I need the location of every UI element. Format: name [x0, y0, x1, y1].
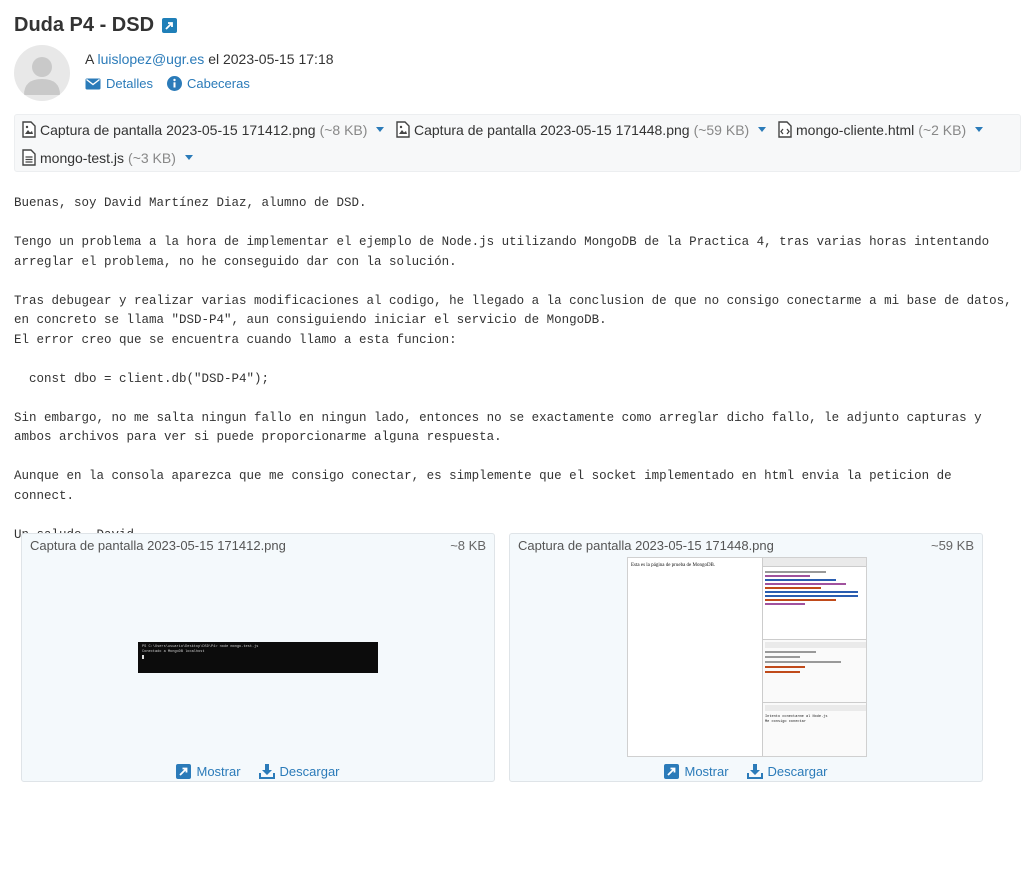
text-file-icon [22, 149, 36, 166]
chevron-down-icon[interactable] [758, 127, 767, 132]
details-link[interactable]: Detalles [85, 76, 153, 91]
attachment-size: (~59 KB) [693, 121, 750, 138]
preview-file-name: Captura de pantalla 2023-05-15 171412.pn… [30, 538, 286, 553]
preview-thumbnail[interactable]: PS C:\Users\usuario\Desktop\DSD\P4> node… [138, 642, 378, 673]
sender-avatar [14, 45, 70, 101]
attachment-preview-card: Captura de pantalla 2023-05-15 171412.pn… [21, 533, 495, 782]
image-file-icon [22, 121, 36, 138]
preview-file-name: Captura de pantalla 2023-05-15 171448.pn… [518, 538, 774, 553]
image-file-icon [396, 121, 410, 138]
user-silhouette-icon [24, 57, 60, 95]
date-prefix: el [208, 51, 220, 67]
download-icon [746, 764, 763, 779]
show-label: Mostrar [684, 763, 729, 779]
download-button[interactable]: Descargar [258, 763, 340, 779]
attachment-item[interactable]: Captura de pantalla 2023-05-15 171448.pn… [396, 121, 767, 138]
attachment-size: (~3 KB) [128, 149, 176, 166]
headers-link[interactable]: Cabeceras [166, 76, 250, 91]
console-line: Me consigo conectar [765, 720, 806, 724]
code-file-icon [778, 121, 792, 138]
message-subject: Duda P4 - DSD [14, 14, 178, 37]
page-text: Esta es la página de prueba de MongoDB. [631, 563, 716, 568]
attachment-item[interactable]: mongo-cliente.html (~2 KB) [778, 121, 984, 138]
devtools-toolbar [763, 558, 866, 567]
message-date: 2023-05-15 17:18 [222, 51, 334, 67]
devtools-console: Intento conectarme al Node.js Me consigo… [763, 702, 866, 727]
open-external-icon[interactable] [162, 18, 178, 33]
show-label: Mostrar [196, 763, 241, 779]
subject-text: Duda P4 - DSD [14, 14, 155, 36]
preview-thumbnail[interactable]: Esta es la página de prueba de MongoDB. [627, 557, 867, 757]
chevron-down-icon[interactable] [975, 127, 984, 132]
open-external-icon [176, 763, 192, 779]
download-icon [258, 764, 275, 779]
recipient-email-link[interactable]: luislopez@ugr.es [97, 51, 204, 67]
envelope-icon [85, 78, 101, 89]
attachment-item[interactable]: mongo-test.js (~3 KB) [22, 149, 193, 166]
devtools-elements [763, 567, 866, 639]
attachment-name: Captura de pantalla 2023-05-15 171412.pn… [40, 121, 316, 138]
devtools-panel: Intento conectarme al Node.js Me consigo… [762, 558, 866, 756]
show-button[interactable]: Mostrar [176, 763, 241, 779]
headers-label: Cabeceras [186, 76, 250, 91]
download-button[interactable]: Descargar [746, 763, 828, 779]
attachment-name: mongo-cliente.html [796, 121, 915, 138]
attachment-list: Captura de pantalla 2023-05-15 171412.pn… [14, 114, 1021, 172]
chevron-down-icon[interactable] [376, 127, 385, 132]
details-label: Detalles [106, 76, 153, 91]
preview-file-size: ~59 KB [930, 538, 974, 553]
attachment-preview-card: Captura de pantalla 2023-05-15 171448.pn… [509, 533, 983, 782]
to-prefix: A [85, 51, 94, 67]
attachment-item[interactable]: Captura de pantalla 2023-05-15 171412.pn… [22, 121, 385, 138]
chevron-down-icon[interactable] [184, 155, 193, 160]
download-label: Descargar [767, 763, 828, 779]
download-label: Descargar [279, 763, 340, 779]
open-external-icon [664, 763, 680, 779]
recipient-line: A luislopez@ugr.es el 2023-05-15 17:18 [85, 51, 334, 67]
preview-file-size: ~8 KB [450, 538, 486, 553]
show-button[interactable]: Mostrar [664, 763, 729, 779]
attachment-name: mongo-test.js [40, 149, 125, 166]
info-icon [166, 76, 182, 91]
message-body: Buenas, soy David Martínez Diaz, alumno … [14, 196, 1012, 542]
devtools-styles [763, 639, 866, 702]
terminal-line: Conectado a MongoDB localhost [142, 649, 205, 654]
browser-page: Esta es la página de prueba de MongoDB. [628, 558, 762, 756]
attachment-name: Captura de pantalla 2023-05-15 171448.pn… [414, 121, 690, 138]
attachment-size: (~2 KB) [918, 121, 967, 138]
attachment-size: (~8 KB) [319, 121, 368, 138]
terminal-cursor [142, 655, 144, 660]
